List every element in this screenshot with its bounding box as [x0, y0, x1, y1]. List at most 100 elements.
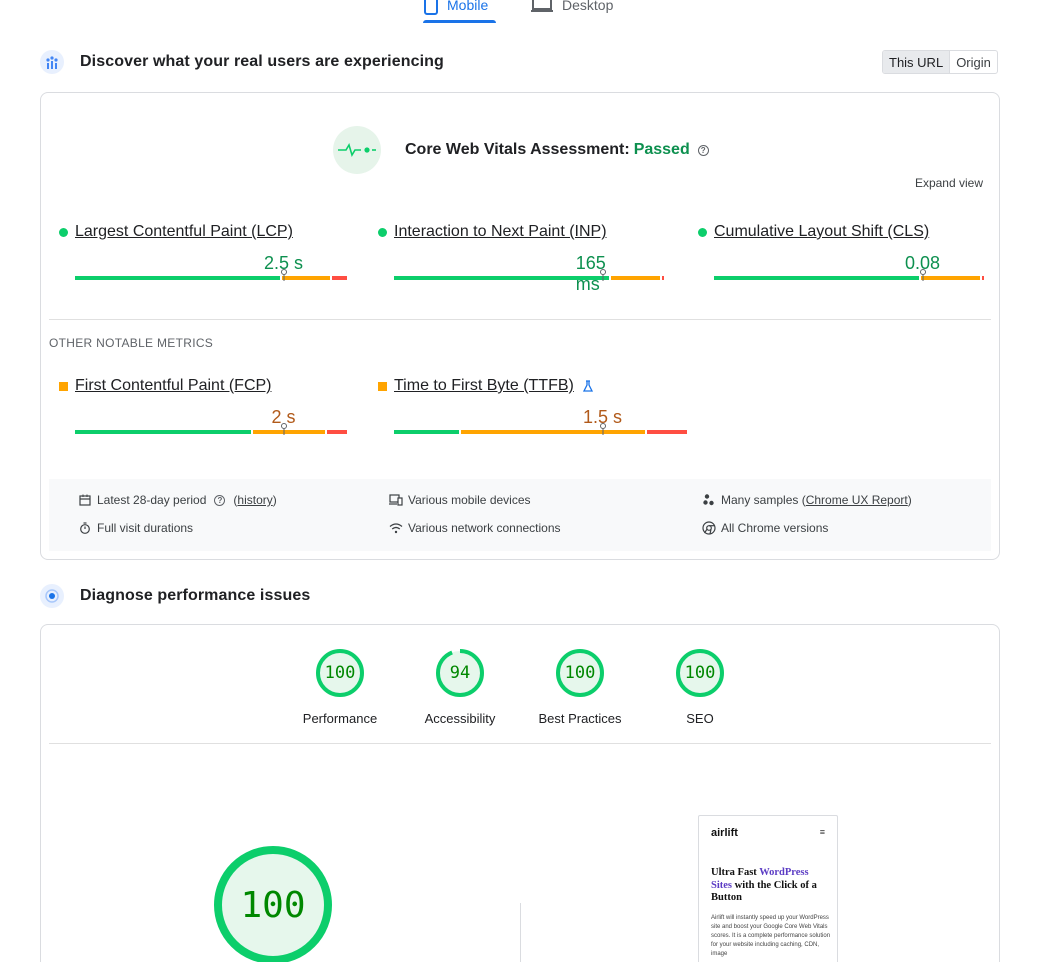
cwv-assessment-status: Passed — [633, 141, 690, 158]
lab-data-title: Diagnose performance issues — [80, 587, 311, 604]
info-durations: Full visit durations — [78, 521, 193, 535]
users-icon — [40, 50, 64, 74]
score-value: 94 — [449, 663, 471, 683]
history-close-paren: ) — [272, 493, 277, 507]
expand-view-button[interactable]: Expand view — [915, 176, 983, 190]
percentile-marker-line — [283, 429, 284, 435]
poor-segment — [326, 430, 347, 434]
poor-segment — [332, 276, 347, 280]
poor-segment — [662, 276, 665, 280]
cwv-assessment-label: Core Web Vitals Assessment: — [405, 141, 630, 158]
good-dot-icon — [59, 227, 68, 237]
laptop-icon — [531, 0, 553, 12]
tab-desktop[interactable]: Desktop — [530, 0, 613, 24]
info-samples: Many samples (Chrome UX Report) — [702, 493, 912, 507]
poor-segment — [646, 430, 687, 434]
metric-fcp-distribution-bar — [75, 423, 353, 435]
metric-inp-distribution-bar — [394, 269, 672, 281]
info-chrome: All Chrome versions — [702, 521, 828, 535]
needs-improvement-segment — [282, 276, 331, 280]
score-gauge: 100 — [556, 649, 604, 697]
history-link[interactable]: history — [237, 493, 272, 507]
good-segment — [75, 276, 281, 280]
percentile-marker-line — [922, 275, 923, 281]
good-dot-icon — [698, 227, 707, 237]
score-seo[interactable]: 100 SEO — [640, 649, 760, 726]
score-best-practices[interactable]: 100 Best Practices — [520, 649, 640, 726]
devices-icon — [389, 493, 403, 507]
good-segment — [394, 430, 459, 434]
score-accessibility[interactable]: 94 Accessibility — [400, 649, 520, 726]
good-segment — [75, 430, 251, 434]
info-samples-suffix: ) — [907, 493, 912, 507]
metric-ttfb-distribution-bar — [394, 423, 687, 435]
info-network: Various network connections — [389, 521, 561, 535]
help-icon[interactable]: ? — [214, 494, 226, 506]
performance-big-gauge: 100 — [213, 845, 333, 962]
tab-desktop-label: Desktop — [562, 0, 614, 13]
good-segment — [394, 276, 609, 280]
info-period: Latest 28-day period ? (history) — [78, 493, 277, 507]
tab-mobile-label: Mobile — [447, 0, 489, 13]
score-label: Performance — [302, 711, 378, 726]
active-tab-indicator — [423, 20, 496, 23]
field-data-header: Discover what your real users are experi… — [40, 50, 444, 74]
metric-inp: Interaction to Next Paint (INP) 165 ms — [378, 223, 665, 294]
field-data-title: Discover what your real users are experi… — [80, 53, 444, 70]
info-chrome-label: All Chrome versions — [721, 521, 829, 535]
score-value: 100 — [564, 663, 596, 683]
menu-icon: ≡ — [819, 827, 825, 837]
info-samples-prefix: Many samples ( — [721, 493, 806, 507]
lab-data-card: 100 Performance 94 Accessibility 100 Bes… — [40, 624, 1000, 962]
performance-big-score: 100 — [240, 884, 306, 926]
url-origin-toggle: This URL Origin — [882, 50, 998, 74]
metric-lcp-link[interactable]: Largest Contentful Paint (LCP) — [75, 223, 293, 241]
experimental-flask-icon — [582, 380, 593, 392]
final-screenshot-thumbnail: airlift ≡ Ultra Fast WordPress Sites wit… — [698, 815, 838, 962]
metric-ttfb: Time to First Byte (TTFB) 1.5 s — [378, 377, 687, 435]
data-collection-info: Latest 28-day period ? (history) Full vi… — [49, 479, 991, 551]
metric-fcp-link[interactable]: First Contentful Paint (FCP) — [75, 377, 272, 395]
info-durations-label: Full visit durations — [97, 521, 194, 535]
divider — [49, 743, 991, 744]
info-devices: Various mobile devices — [389, 493, 531, 507]
lighthouse-icon — [40, 584, 64, 608]
info-devices-label: Various mobile devices — [408, 493, 531, 507]
average-square-icon — [59, 381, 68, 391]
metric-inp-link[interactable]: Interaction to Next Paint (INP) — [394, 223, 607, 241]
percentile-marker-line — [283, 275, 284, 281]
score-label: Accessibility — [424, 711, 496, 726]
score-label: Best Practices — [538, 711, 622, 726]
good-dot-icon — [378, 227, 387, 237]
average-square-icon — [378, 381, 387, 391]
field-data-card: Core Web Vitals Assessment: Passed ? Exp… — [40, 92, 1000, 560]
score-gauge: 100 — [676, 649, 724, 697]
needs-improvement-segment — [921, 276, 981, 280]
vertical-divider — [520, 903, 521, 962]
metric-fcp: First Contentful Paint (FCP) 2 s — [59, 377, 347, 435]
metric-cls: Cumulative Layout Shift (CLS) 0.08 — [698, 223, 985, 281]
this-url-button[interactable]: This URL — [883, 51, 951, 73]
help-icon[interactable]: ? — [697, 144, 709, 156]
thumbnail-headline: Ultra Fast WordPress Sites with the Clic… — [711, 867, 831, 905]
info-period-label: Latest 28-day period — [97, 493, 207, 507]
metric-cls-link[interactable]: Cumulative Layout Shift (CLS) — [714, 223, 929, 241]
pulse-icon — [333, 126, 381, 174]
percentile-marker-line — [602, 429, 603, 435]
score-value: 100 — [324, 663, 356, 683]
score-gauge: 100 — [316, 649, 364, 697]
metric-ttfb-link[interactable]: Time to First Byte (TTFB) — [394, 377, 574, 395]
poor-segment — [982, 276, 985, 280]
score-gauge: 94 — [436, 649, 484, 697]
samples-icon — [702, 493, 716, 507]
info-network-label: Various network connections — [408, 521, 561, 535]
needs-improvement-segment — [252, 430, 325, 434]
thumbnail-body-text: Airlift will instantly speed up your Wor… — [711, 915, 831, 957]
needs-improvement-segment — [610, 276, 661, 280]
origin-button[interactable]: Origin — [950, 51, 997, 73]
chrome-icon — [702, 521, 716, 535]
wifi-icon — [389, 521, 403, 535]
chrome-ux-report-link[interactable]: Chrome UX Report — [806, 493, 908, 507]
metric-cls-distribution-bar — [714, 269, 992, 281]
score-performance[interactable]: 100 Performance — [280, 649, 400, 726]
